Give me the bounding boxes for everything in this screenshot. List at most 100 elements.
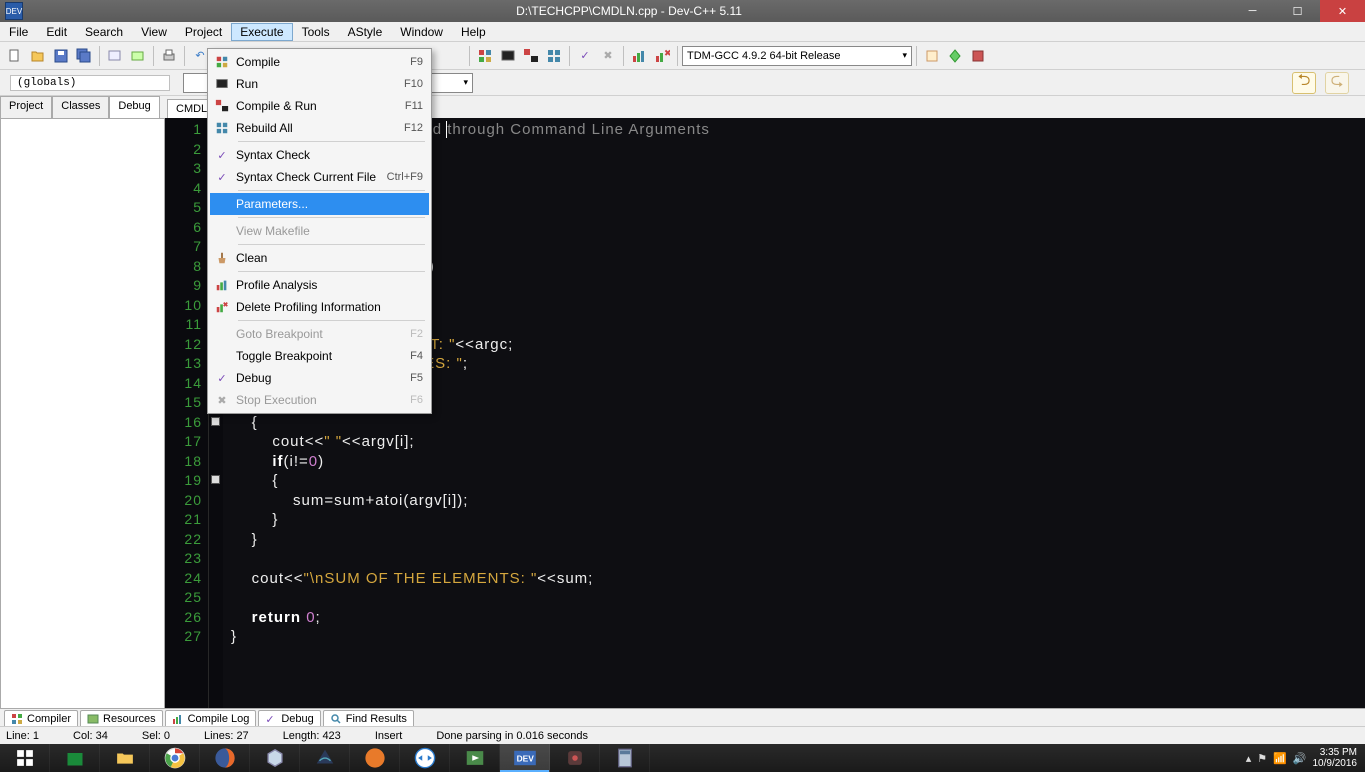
menu-execute[interactable]: Execute	[231, 23, 292, 41]
nav-back-button[interactable]: ⮌	[1292, 72, 1316, 94]
nav-forward-button[interactable]: ⮎	[1325, 72, 1349, 94]
side-tab-classes[interactable]: Classes	[52, 96, 109, 118]
tb-extra2-icon[interactable]	[944, 45, 966, 67]
task-teamviewer-icon[interactable]	[400, 744, 450, 772]
task-calc-icon[interactable]	[600, 744, 650, 772]
task-app2-icon[interactable]	[550, 744, 600, 772]
menu-item-shortcut: F11	[405, 100, 423, 112]
compiler-select[interactable]: TDM-GCC 4.9.2 64-bit Release▾	[682, 46, 912, 66]
menu-item-shortcut: F5	[410, 372, 423, 384]
close-button[interactable]: ✕	[1320, 0, 1365, 22]
menu-item-shortcut: F9	[410, 56, 423, 68]
menu-help[interactable]: Help	[452, 23, 495, 41]
status-sel: Sel: 0	[142, 730, 170, 742]
fold-marker[interactable]	[211, 417, 220, 426]
task-app1-icon[interactable]	[350, 744, 400, 772]
task-firefox-icon[interactable]	[200, 744, 250, 772]
svg-text:✖: ✖	[664, 48, 670, 58]
tab-label: Compile Log	[188, 713, 250, 725]
print-icon[interactable]	[158, 45, 180, 67]
bottom-tab-compile-log[interactable]: Compile Log	[165, 710, 257, 728]
side-tab-project[interactable]: Project	[0, 96, 52, 118]
menu-item-compile-run[interactable]: Compile & RunF11	[210, 95, 429, 117]
tb-extra3-icon[interactable]	[967, 45, 989, 67]
tray-clock[interactable]: 3:35 PM 10/9/2016	[1313, 747, 1358, 769]
menu-item-delete-profiling-information[interactable]: Delete Profiling Information	[210, 296, 429, 318]
menu-item-syntax-check-current-file[interactable]: ✓Syntax Check Current FileCtrl+F9	[210, 166, 429, 188]
menu-edit[interactable]: Edit	[37, 23, 76, 41]
task-media-icon[interactable]	[450, 744, 500, 772]
tray-volume-icon[interactable]: 🔊	[1293, 752, 1307, 765]
menu-item-toggle-breakpoint[interactable]: Toggle BreakpointF4	[210, 345, 429, 367]
start-button[interactable]	[0, 744, 50, 772]
rebuild-icon[interactable]	[543, 45, 565, 67]
bottom-tab-compiler[interactable]: Compiler	[4, 710, 78, 728]
menu-item-rebuild-all[interactable]: Rebuild All F12	[210, 117, 429, 139]
menu-item-run[interactable]: RunF10	[210, 73, 429, 95]
tray-up-icon[interactable]: ▴	[1246, 752, 1252, 765]
new-file-icon[interactable]	[4, 45, 26, 67]
tray-network-icon[interactable]: 📶	[1273, 752, 1287, 765]
minimize-button[interactable]: ─	[1230, 0, 1275, 22]
globals-combo[interactable]: (globals)	[10, 75, 170, 91]
task-explorer-icon[interactable]	[100, 744, 150, 772]
menu-file[interactable]: File	[0, 23, 37, 41]
maximize-button[interactable]: ☐	[1275, 0, 1320, 22]
bottom-tab-debug[interactable]: ✓Debug	[258, 710, 320, 728]
compile-run-icon[interactable]	[520, 45, 542, 67]
open-project-icon[interactable]	[127, 45, 149, 67]
menu-item-label: Run	[236, 77, 258, 91]
menu-item-compile[interactable]: CompileF9	[210, 51, 429, 73]
task-devcpp-icon[interactable]: DEV	[500, 744, 550, 772]
compile-icon[interactable]	[474, 45, 496, 67]
debug-icon[interactable]: ✓	[574, 45, 596, 67]
menu-item-parameters-[interactable]: Parameters...	[210, 193, 429, 215]
check-icon: ✓	[214, 169, 230, 185]
tb-extra1-icon[interactable]	[921, 45, 943, 67]
execute-dropdown: CompileF9RunF10Compile & RunF11Rebuild A…	[207, 48, 432, 414]
save-all-icon[interactable]	[73, 45, 95, 67]
rebuild-icon	[214, 120, 230, 136]
menubar: FileEditSearchViewProjectExecuteToolsASt…	[0, 22, 1365, 42]
check-icon: ✓	[214, 147, 230, 163]
menu-item-clean[interactable]: Clean	[210, 247, 429, 269]
compile-run-icon	[214, 98, 230, 114]
side-tab-debug[interactable]: Debug	[109, 96, 159, 118]
tab-label: Resources	[103, 713, 156, 725]
delete-profile-icon[interactable]: ✖	[651, 45, 673, 67]
menu-item-debug[interactable]: ✓DebugF5	[210, 367, 429, 389]
menu-item-label: Stop Execution	[236, 393, 317, 407]
menu-tools[interactable]: Tools	[293, 23, 339, 41]
menu-item-profile-analysis[interactable]: Profile Analysis	[210, 274, 429, 296]
delete-profile-icon	[214, 299, 230, 315]
bottom-tab-find-results[interactable]: Find Results	[323, 710, 414, 728]
bottom-tab-resources[interactable]: Resources	[80, 710, 163, 728]
run-icon[interactable]	[497, 45, 519, 67]
menu-item-label: Rebuild All	[236, 121, 293, 135]
menu-item-syntax-check[interactable]: ✓Syntax Check	[210, 144, 429, 166]
menu-search[interactable]: Search	[76, 23, 132, 41]
tray-flag-icon[interactable]: ⚑	[1257, 752, 1267, 765]
save-icon[interactable]	[50, 45, 72, 67]
menu-item-label: Goto Breakpoint	[236, 327, 323, 341]
tray-time-label: 3:35 PM	[1313, 747, 1358, 758]
task-store-icon[interactable]	[50, 744, 100, 772]
status-line: Line: 1	[6, 730, 39, 742]
line-gutter: 1234567891011121314151617181920212223242…	[165, 118, 209, 710]
task-chrome-icon[interactable]	[150, 744, 200, 772]
tab-label: Compiler	[27, 713, 71, 725]
menu-astyle[interactable]: AStyle	[339, 23, 392, 41]
menu-item-label: Debug	[236, 371, 271, 385]
menu-view[interactable]: View	[132, 23, 176, 41]
menu-project[interactable]: Project	[176, 23, 231, 41]
open-file-icon[interactable]	[27, 45, 49, 67]
menu-item-shortcut: F12	[404, 122, 423, 134]
stop-debug-icon[interactable]: ✖	[597, 45, 619, 67]
new-project-icon[interactable]	[104, 45, 126, 67]
task-box-icon[interactable]	[250, 744, 300, 772]
profile-icon[interactable]	[628, 45, 650, 67]
menu-window[interactable]: Window	[391, 23, 452, 41]
menu-item-label: Syntax Check Current File	[236, 170, 376, 184]
task-wifi-icon[interactable]	[300, 744, 350, 772]
fold-marker[interactable]	[211, 475, 220, 484]
